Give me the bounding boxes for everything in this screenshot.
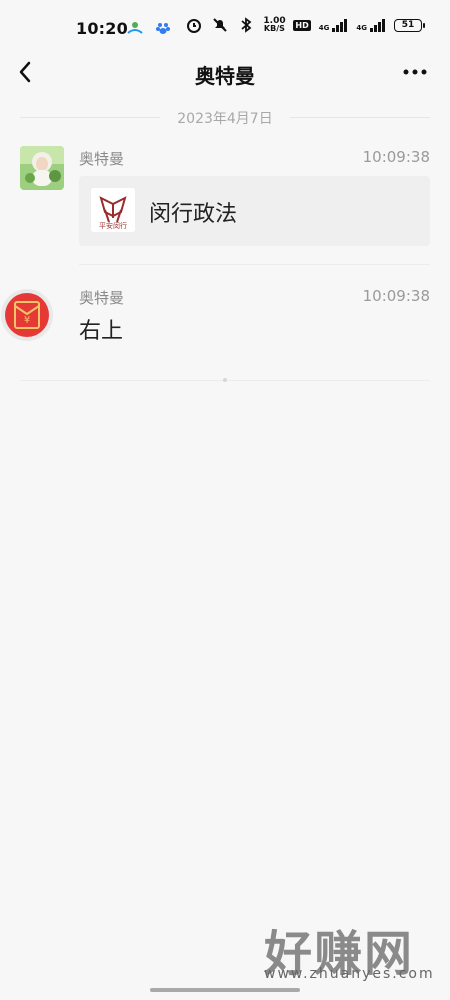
link-card[interactable]: 平安闵行 闵行政法 — [79, 176, 430, 246]
sim2-label: 4G — [356, 24, 367, 32]
avatar-image — [20, 146, 64, 190]
signal-icon — [370, 19, 385, 32]
sender-name: 奥特曼 — [79, 289, 125, 307]
sim1-label: 4G — [318, 24, 330, 32]
hd-badge: HD — [293, 19, 311, 31]
date-divider: 2023年4月7日 — [20, 108, 430, 128]
paw-icon — [156, 23, 170, 34]
app-icon — [127, 22, 143, 34]
alarm-icon — [187, 19, 202, 33]
network-speed: 1.00 KB/S — [263, 17, 285, 33]
divider-line — [290, 117, 430, 118]
mute-icon — [213, 18, 228, 32]
chat-screen: 10:20 1.00 KB/S HD 4G 4G 51 奥特曼 2023年4月7… — [0, 0, 450, 1000]
avatar[interactable] — [20, 146, 64, 190]
message-separator — [79, 264, 430, 265]
status-right-icons: 1.00 KB/S HD 4G 4G 51 — [185, 16, 425, 34]
status-time: 10:20 — [76, 19, 128, 38]
svg-text:¥: ¥ — [24, 315, 30, 326]
end-dot — [223, 378, 227, 382]
red-packet-button[interactable]: ¥ — [0, 284, 60, 346]
bluetooth-icon — [241, 17, 252, 33]
message-text[interactable]: 右上 — [79, 313, 123, 345]
battery-indicator: 51 — [394, 18, 425, 32]
message-time: 10:09:38 — [362, 287, 430, 305]
card-title: 闵行政法 — [149, 202, 238, 227]
signal-sim1: 4G — [319, 18, 349, 32]
status-left-icons — [126, 19, 172, 37]
card-logo-caption: 平安闵行 — [99, 222, 127, 230]
signal-sim2: 4G — [356, 18, 386, 32]
message-time: 10:09:38 — [362, 148, 430, 166]
red-packet-icon: ¥ — [1, 289, 53, 341]
card-logo: 平安闵行 — [91, 188, 135, 232]
more-icon[interactable] — [402, 64, 428, 80]
sender-name: 奥特曼 — [79, 150, 125, 168]
date-label: 2023年4月7日 — [177, 111, 273, 127]
watermark: 好赚网 www.zhuanyes.com — [234, 914, 433, 990]
network-speed-unit: KB/S — [263, 24, 285, 33]
watermark-url: www.zhuanyes.com — [264, 966, 435, 982]
chat-title: 奥特曼 — [195, 64, 255, 88]
home-indicator[interactable] — [150, 988, 300, 992]
signal-icon — [332, 19, 348, 32]
chat-nav-bar: 奥特曼 — [0, 46, 450, 102]
